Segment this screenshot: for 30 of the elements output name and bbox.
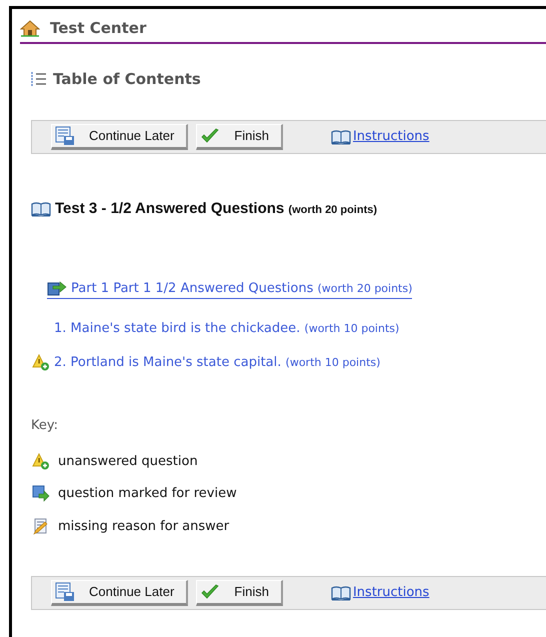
continue-later-button[interactable]: Continue Later bbox=[51, 580, 188, 606]
finish-button[interactable]: Finish bbox=[196, 580, 283, 606]
finish-button[interactable]: Finish bbox=[196, 124, 283, 150]
book-icon bbox=[330, 130, 351, 144]
check-icon bbox=[200, 584, 220, 600]
key-item-label: unanswered question bbox=[58, 452, 198, 470]
part-link[interactable]: Part 1 Part 1 1/2 Answered Questions (worth 20 points) bbox=[71, 278, 412, 298]
window-disk-icon bbox=[55, 582, 75, 602]
instructions-link[interactable]: Instructions bbox=[352, 127, 430, 147]
key-item-label: missing reason for answer bbox=[58, 518, 230, 536]
check-icon bbox=[200, 128, 220, 144]
note-pencil-icon bbox=[32, 518, 50, 535]
question-link[interactable]: 2. Portland is Maine's state capital. (worth 10 points) bbox=[54, 352, 380, 372]
test-heading: Test 3 - 1/2 Answered Questions (worth 20 points) bbox=[55, 199, 378, 219]
toc-title: Table of Contents bbox=[53, 68, 201, 90]
house-icon bbox=[20, 20, 40, 37]
page-title: Test Center bbox=[50, 18, 146, 39]
book-icon bbox=[330, 586, 351, 600]
key-item-label: question marked for review bbox=[58, 485, 237, 503]
window-disk-icon bbox=[55, 126, 75, 146]
question-link[interactable]: 1. Maine's state bird is the chickadee. (worth 10 points) bbox=[54, 319, 400, 338]
page-arrow-icon bbox=[47, 280, 67, 296]
book-icon bbox=[31, 202, 51, 217]
warning-icon bbox=[32, 452, 50, 470]
numbered-list-icon bbox=[31, 70, 47, 88]
continue-later-button[interactable]: Continue Later bbox=[51, 124, 188, 150]
arrow-square-icon bbox=[32, 485, 50, 502]
warning-icon bbox=[32, 354, 50, 371]
instructions-link[interactable]: Instructions bbox=[352, 583, 430, 603]
key-label: Key: bbox=[31, 417, 58, 435]
